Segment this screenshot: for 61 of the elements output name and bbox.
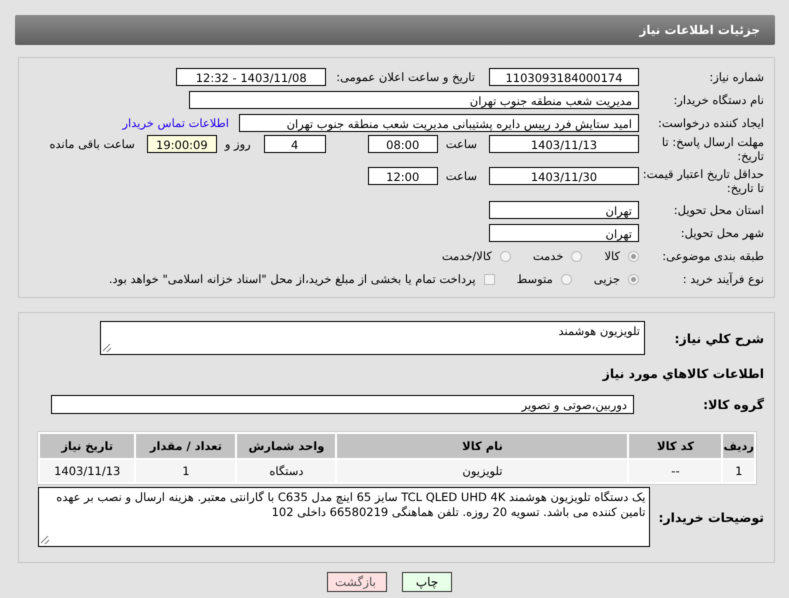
checkbox-label: پرداخت تمام یا بخشی از مبلغ خرید،از محل "اسناد خزانه اسلامی" خواهد بود. (108, 272, 476, 286)
field-label: مهلت ارسال پاسخ: تا تاریخ: (660, 135, 765, 163)
validity-time-field: 12:00 (368, 167, 438, 185)
back-button[interactable]: بازگشت (327, 572, 387, 592)
table-cell: -- (629, 460, 722, 482)
column-header: تاریخ نیاز (40, 434, 134, 458)
field-label: شرح کلي نياز: (674, 330, 765, 346)
radio-button[interactable] (560, 274, 572, 284)
print-button[interactable]: چاپ (402, 572, 452, 592)
summary-field: تلویزیون هوشمند (100, 321, 645, 355)
field-label: شماره نیاز: (708, 70, 765, 84)
column-header: ردیف (723, 434, 754, 458)
buyer-contact-link[interactable]: اطلاعات تماس خریدار (122, 116, 229, 130)
radio-label: جزیی (594, 272, 620, 286)
field-label: ساعت (446, 168, 477, 185)
announce-date-field: 1403/11/08 - 12:32 (176, 68, 326, 86)
table-cell: 1 (136, 460, 236, 482)
field-label: استان محل تحویل: (672, 203, 765, 217)
buyer-notes-field: یک دستگاه تلویزیون هوشمند TCL QLED UHD 4K سایز 65 اینچ مدل C635 با گارانتی معتبر. هزینه ارسال و نصب بر عهده تامین کننده می باشد. تسویه 20 روزه. تلفن هماهنگی 66580219 داخلی 102 (38, 487, 650, 547)
deadline-date-field: 1403/11/13 (489, 135, 639, 153)
remaining-time-field: 19:00:09 (146, 135, 217, 153)
radio-button[interactable] (500, 250, 511, 262)
field-label: ساعت (446, 136, 477, 153)
field-label: ایجاد کننده درخواست: (657, 116, 765, 130)
table-cell: 1403/11/13 (40, 460, 134, 482)
field-label: گروه کالا: (702, 396, 765, 412)
field-label: حداقل تاریخ اعتبار قیمت: تا تاریخ: (642, 167, 765, 195)
section-heading: اطلاعات کالاهاي مورد نياز (601, 365, 765, 383)
field-label: تاریخ و ساعت اعلان عمومی: (336, 70, 475, 84)
buyer-field: مدیریت شعب منطقه جنوب تهران (189, 91, 639, 109)
days-field: 4 (264, 135, 326, 153)
field-label: طبقه بندی موضوعی: (661, 249, 765, 263)
radio-button[interactable] (571, 250, 582, 262)
table-cell: دستگاه (237, 460, 336, 482)
field-label: شهر محل تحویل: (680, 226, 765, 240)
deadline-time-field: 08:00 (368, 135, 438, 153)
validity-date-field: 1403/11/30 (489, 167, 639, 185)
creator-field: امید ستایش فرد رییس دایره پشتیبانی مدیریت شعب منطقه جنوب تهران (239, 114, 639, 132)
radio-label: کالا/خدمت (442, 249, 492, 263)
column-header: واحد شمارش (237, 434, 336, 458)
province-field: تهران (489, 201, 639, 219)
field-label: ساعت باقی مانده (50, 136, 135, 153)
column-header: کد کالا (629, 434, 722, 458)
need-number-field: 1103093184000174 (489, 68, 639, 86)
radio-button[interactable] (628, 274, 639, 284)
field-label: روز و (224, 136, 251, 153)
page-title: جزئیات اطلاعات نیاز (639, 23, 760, 37)
field-label: نام دستگاه خریدار: (672, 93, 765, 107)
table-cell: تلویزیون (337, 460, 628, 482)
radio-button[interactable] (628, 250, 639, 262)
field-label: نوع فرآیند خرید : (682, 272, 765, 286)
field-label: توضیحات خریدار: (657, 510, 765, 524)
table-cell: 1 (723, 460, 754, 482)
goods-group-field: دوربین،صوتی و تصویر (51, 394, 634, 414)
city-field: تهران (489, 224, 639, 242)
radio-label: کالا (604, 249, 620, 263)
checkbox[interactable] (484, 274, 495, 284)
radio-label: متوسط (516, 272, 553, 286)
column-header: تعداد / مقدار (136, 434, 236, 458)
radio-label: خدمت (532, 249, 564, 263)
column-header: نام کالا (337, 434, 628, 458)
